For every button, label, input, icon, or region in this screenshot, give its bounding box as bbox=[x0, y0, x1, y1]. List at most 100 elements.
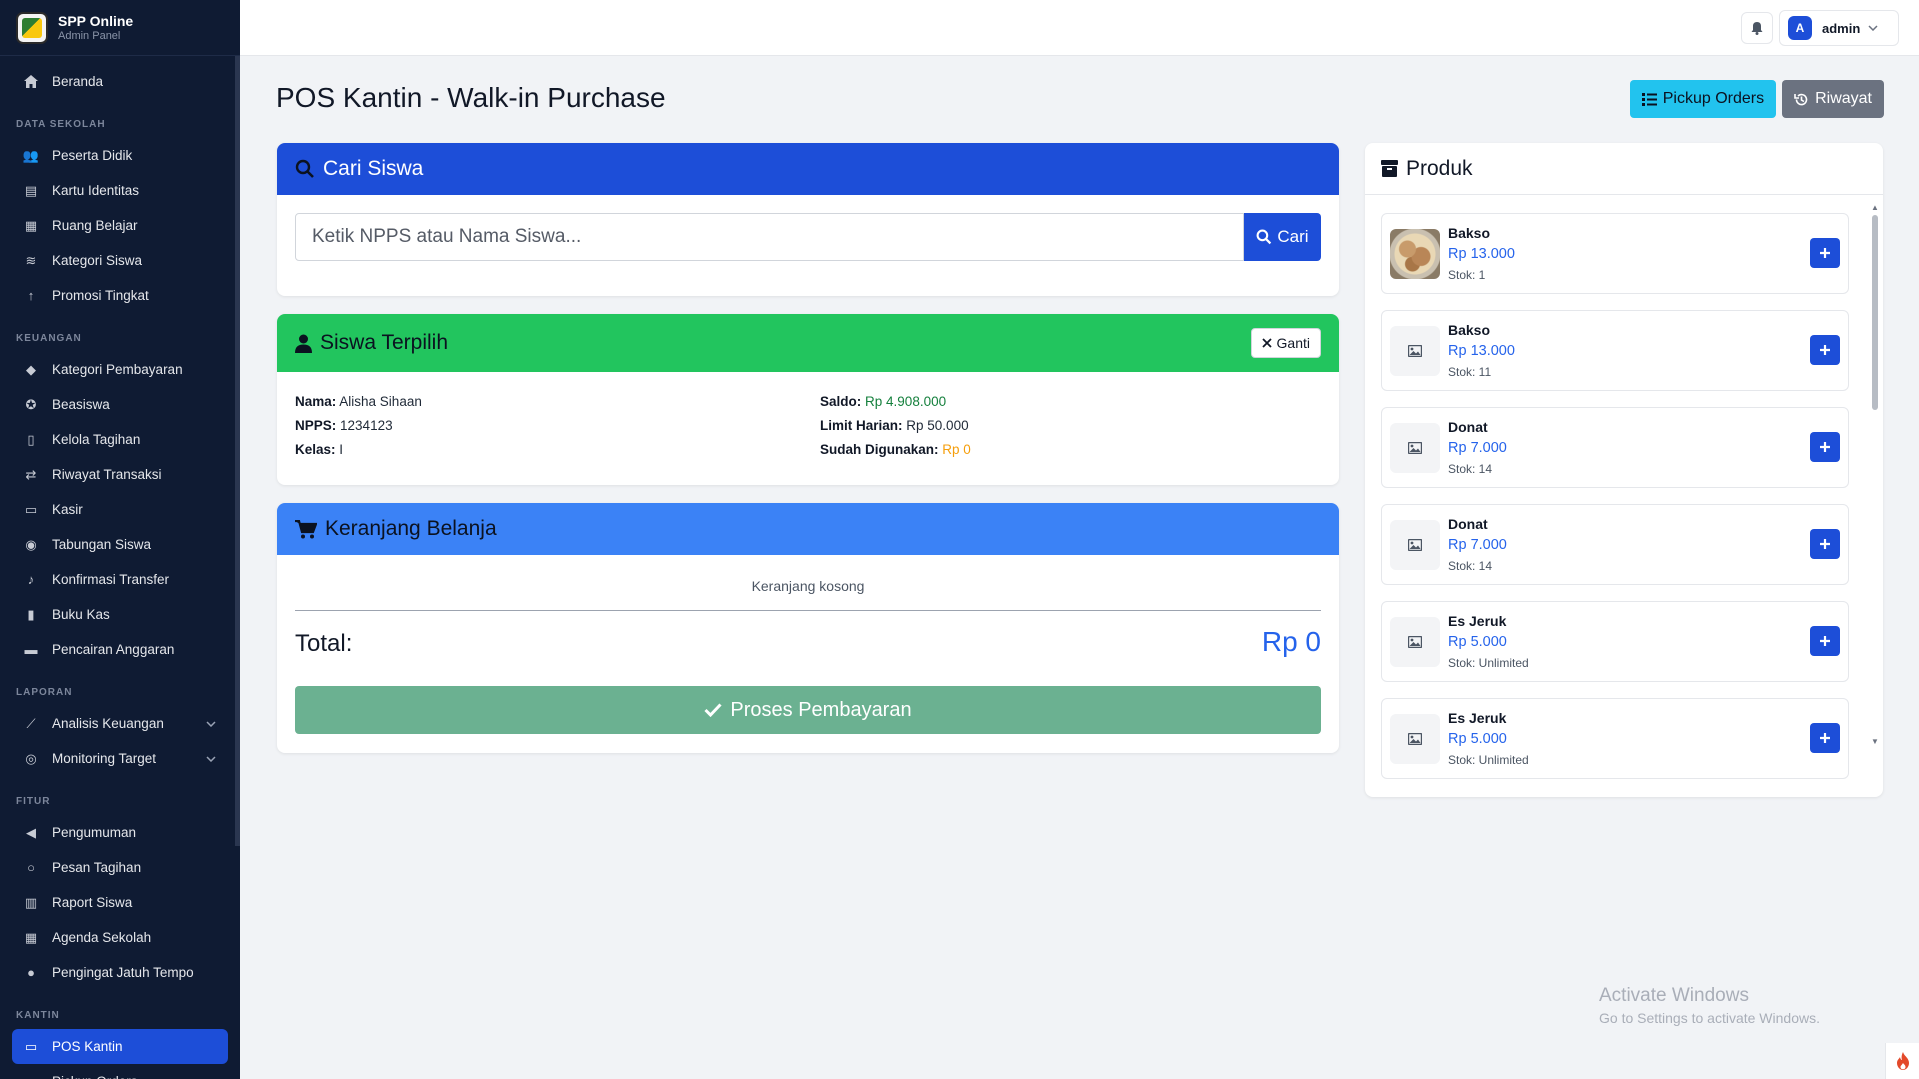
selected-student-card: Siswa Terpilih Ganti Nama: Alisha Sihaan… bbox=[277, 314, 1339, 485]
sidebar-item-label: Kategori Siswa bbox=[52, 253, 143, 268]
add-to-cart-button[interactable] bbox=[1810, 529, 1840, 559]
sidebar-item-pencairan-anggaran[interactable]: ▬ Pencairan Anggaran bbox=[0, 632, 240, 667]
sidebar-item-konfirmasi-transfer[interactable]: ♪ Konfirmasi Transfer bbox=[0, 562, 240, 597]
sidebar-item-peserta-didik[interactable]: 👥 Peserta Didik bbox=[0, 138, 240, 173]
product-item: Es Jeruk Rp 5.000 Stok: Unlimited bbox=[1381, 601, 1849, 682]
product-price: Rp 5.000 bbox=[1448, 731, 1507, 747]
pickup-orders-button[interactable]: Pickup Orders bbox=[1629, 80, 1777, 118]
search-card-header: Cari Siswa bbox=[277, 143, 1339, 195]
chevron-down-icon bbox=[206, 755, 216, 762]
sidebar-item-tabungan-siswa[interactable]: ◉ Tabungan Siswa bbox=[0, 527, 240, 562]
history-button[interactable]: Riwayat bbox=[1782, 80, 1884, 118]
student-search-input[interactable] bbox=[295, 213, 1244, 261]
home-icon bbox=[22, 75, 40, 88]
flame-icon[interactable] bbox=[1885, 1043, 1919, 1079]
cart-header: Keranjang Belanja bbox=[277, 503, 1339, 555]
sidebar-item-kategori-siswa[interactable]: ≋ Kategori Siswa bbox=[0, 243, 240, 278]
user-icon bbox=[295, 334, 312, 353]
search-button[interactable]: Cari bbox=[1244, 213, 1321, 261]
sidebar-item-label: Kartu Identitas bbox=[52, 183, 140, 198]
list-icon bbox=[1641, 92, 1657, 106]
total-label: Total: bbox=[295, 630, 353, 657]
cash-register-icon: ▭ bbox=[24, 1038, 38, 1054]
student-name: Alisha Sihaan bbox=[339, 394, 422, 409]
sidebar-nav: Beranda DATA SEKOLAH 👥 Peserta Didik ▤ Kartu… bbox=[0, 56, 240, 1079]
sidebar-item-kartu-identitas[interactable]: ▤ Kartu Identitas bbox=[0, 173, 240, 208]
sidebar-item-kelola-tagihan[interactable]: ▯ Kelola Tagihan bbox=[0, 422, 240, 457]
users-icon: 👥 bbox=[22, 147, 40, 163]
sidebar-item-agenda-sekolah[interactable]: ▦ Agenda Sekolah bbox=[0, 920, 240, 955]
sidebar-item-kasir[interactable]: ▭ Kasir bbox=[0, 492, 240, 527]
add-to-cart-button[interactable] bbox=[1810, 723, 1840, 753]
sidebar-section-title: LAPORAN bbox=[16, 687, 73, 698]
sidebar-item-pengumuman[interactable]: ◀ Pengumuman bbox=[0, 815, 240, 850]
watermark-subtitle: Go to Settings to activate Windows. bbox=[1599, 1010, 1820, 1026]
sidebar-section-title: DATA SEKOLAH bbox=[16, 119, 106, 130]
sidebar-item-monitoring-target[interactable]: ◎ Monitoring Target bbox=[0, 741, 240, 776]
image-icon bbox=[1390, 519, 1440, 570]
sidebar-scrollbar[interactable] bbox=[235, 56, 240, 846]
product-stock: Stok: Unlimited bbox=[1448, 656, 1529, 670]
sidebar-item-kategori-pembayaran[interactable]: ◆ Kategori Pembayaran bbox=[0, 352, 240, 387]
brand[interactable]: SPP Online Admin Panel bbox=[0, 0, 240, 56]
sidebar-item-label: Pencairan Anggaran bbox=[52, 642, 175, 657]
product-name: Donat bbox=[1448, 516, 1488, 532]
add-to-cart-button[interactable] bbox=[1810, 335, 1840, 365]
sidebar-item-pos-kantin[interactable]: ▭ POS Kantin bbox=[12, 1029, 228, 1064]
total-value: Rp 0 bbox=[1261, 626, 1321, 657]
sidebar-item-label: Kelola Tagihan bbox=[52, 432, 141, 447]
student-class: I bbox=[339, 442, 344, 457]
product-item: Donat Rp 7.000 Stok: 14 bbox=[1381, 407, 1849, 488]
sidebar-item-pickup-orders[interactable]: ▰ Pickup Orders bbox=[0, 1064, 240, 1079]
product-item: Donat Rp 7.000 Stok: 14 bbox=[1381, 504, 1849, 585]
product-scrollbar[interactable]: ▲ ▼ bbox=[1871, 203, 1879, 746]
change-student-label: Ganti bbox=[1276, 335, 1310, 351]
user-menu-button[interactable]: A admin bbox=[1779, 10, 1899, 46]
pickup-orders-label: Pickup Orders bbox=[1662, 90, 1765, 107]
chevron-down-icon bbox=[206, 720, 216, 727]
sidebar-item-label: Riwayat Transaksi bbox=[52, 467, 162, 482]
image-icon bbox=[1390, 713, 1440, 764]
id-card-icon: ▤ bbox=[24, 182, 38, 198]
search-button-label: Cari bbox=[1277, 227, 1309, 246]
sidebar-item-riwayat-transaksi[interactable]: ⇄ Riwayat Transaksi bbox=[0, 457, 240, 492]
sidebar-item-pesan-tagihan[interactable]: ○ Pesan Tagihan bbox=[0, 850, 240, 885]
sidebar-item-label: Ruang Belajar bbox=[52, 218, 138, 233]
scroll-down-icon[interactable]: ▼ bbox=[1871, 737, 1879, 747]
plus-icon bbox=[1819, 732, 1831, 744]
cart-empty-message: Keranjang kosong bbox=[751, 578, 865, 594]
sidebar-item-promosi-tingkat[interactable]: ↑ Promosi Tingkat bbox=[0, 278, 240, 313]
user-name: admin bbox=[1822, 20, 1861, 36]
change-student-button[interactable]: Ganti bbox=[1250, 328, 1321, 358]
add-to-cart-button[interactable] bbox=[1810, 432, 1840, 462]
sidebar-item-analisis-keuangan[interactable]: ⟋ Analisis Keuangan bbox=[0, 706, 240, 741]
sidebar-item-label: Pengumuman bbox=[52, 825, 137, 840]
sidebar-item-label: Peserta Didik bbox=[52, 148, 133, 163]
selected-student-header: Siswa Terpilih bbox=[277, 314, 1339, 372]
sidebar-item-pengingat-jatuh-tempo[interactable]: ● Pengingat Jatuh Tempo bbox=[0, 955, 240, 990]
product-price: Rp 13.000 bbox=[1448, 246, 1515, 262]
sidebar-item-buku-kas[interactable]: ▮ Buku Kas bbox=[0, 597, 240, 632]
product-stock: Stok: 11 bbox=[1448, 365, 1492, 379]
bullhorn-icon: ◀ bbox=[26, 824, 36, 840]
student-limit-row: Limit Harian: Rp 50.000 bbox=[820, 418, 969, 433]
scroll-up-icon[interactable]: ▲ bbox=[1871, 203, 1879, 213]
search-icon bbox=[295, 159, 315, 179]
student-balance: Rp 4.908.000 bbox=[865, 394, 947, 409]
add-to-cart-button[interactable] bbox=[1810, 626, 1840, 656]
tags-icon: ◆ bbox=[26, 361, 36, 377]
sidebar-item-ruang-belajar[interactable]: ▦ Ruang Belajar bbox=[0, 208, 240, 243]
sidebar-item-beasiswa[interactable]: ✪ Beasiswa bbox=[0, 387, 240, 422]
products-card: Produk Bakso Rp 13.000 Stok: 1 Bakso Rp 13.0… bbox=[1365, 143, 1883, 797]
product-price: Rp 13.000 bbox=[1448, 343, 1515, 359]
scroll-thumb[interactable] bbox=[1872, 215, 1878, 410]
process-payment-button[interactable]: Proses Pembayaran bbox=[295, 686, 1321, 734]
student-used-row: Sudah Digunakan: Rp 0 bbox=[820, 442, 971, 457]
sidebar-item-raport-siswa[interactable]: ▥ Raport Siswa bbox=[0, 885, 240, 920]
student-npps-row: NPPS: 1234123 bbox=[295, 418, 393, 433]
sidebar-item-beranda[interactable]: Beranda bbox=[0, 64, 240, 99]
sidebar-item-label: Pengingat Jatuh Tempo bbox=[52, 965, 194, 980]
product-name: Donat bbox=[1448, 419, 1488, 435]
add-to-cart-button[interactable] bbox=[1810, 238, 1840, 268]
notification-button[interactable] bbox=[1741, 12, 1773, 44]
